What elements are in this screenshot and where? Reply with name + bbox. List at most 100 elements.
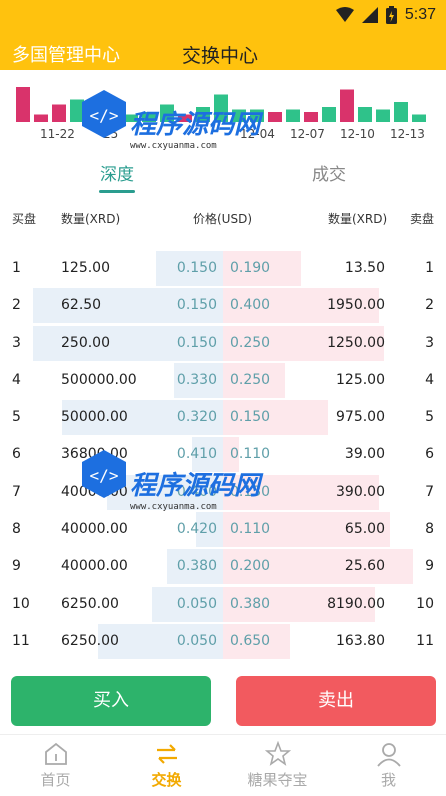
buy-price: 0.410: [176, 446, 217, 463]
buy-price: 0.150: [176, 334, 217, 351]
sell-quantity: 390.00: [336, 483, 385, 500]
tab-depth[interactable]: 深度: [100, 160, 134, 185]
chart-bar: [394, 102, 408, 122]
chart-bar: [142, 112, 156, 122]
sell-price: 0.130: [230, 483, 271, 500]
buy-index: 4: [12, 371, 21, 388]
depth-trade-tabs: 深度 成交: [0, 150, 446, 196]
orderbook-row[interactable]: 5 50000.00 0.320 0.150 975.00 5: [0, 399, 446, 436]
orderbook-row[interactable]: 4 500000.00 0.330 0.250 125.00 4: [0, 362, 446, 399]
sell-button[interactable]: 卖出: [236, 676, 436, 726]
chart-x-tick-label: 12-04: [240, 127, 275, 141]
buy-quantity: 50000.00: [61, 409, 128, 426]
sell-index: 9: [425, 558, 434, 575]
buy-quantity: 62.50: [61, 297, 102, 314]
sell-price: 0.190: [230, 260, 271, 276]
col-sell-qty: 数量(XRD): [328, 212, 388, 226]
orderbook-row[interactable]: 1 125.00 0.150 0.190 13.50 1: [0, 250, 446, 287]
buy-price: 0.150: [176, 260, 217, 276]
orderbook-row[interactable]: 2 62.50 0.150 0.400 1950.00 2: [0, 287, 446, 324]
signal-icon: [361, 7, 378, 23]
buy-quantity: 36800.00: [61, 446, 128, 463]
buy-quantity: 40000.00: [61, 521, 128, 538]
buy-index: 7: [12, 483, 21, 500]
status-icons: 5:37: [335, 6, 436, 24]
buy-price: 0.150: [176, 297, 217, 314]
chart-bar: [322, 107, 336, 122]
sell-quantity: 13.50: [344, 260, 385, 276]
chart-bar: [34, 114, 48, 122]
chart-bar: [106, 112, 120, 122]
exchange-icon: [156, 744, 177, 764]
app-header: 多国管理中心 交换中心: [0, 32, 446, 70]
home-icon: [44, 742, 67, 765]
buy-index: 2: [12, 297, 21, 314]
sell-price: 0.400: [230, 297, 271, 314]
star-icon: [264, 741, 291, 766]
chart-x-tick-label: 12-13: [390, 127, 425, 141]
sell-index: 11: [416, 632, 434, 649]
sell-index: 5: [425, 409, 434, 426]
chart-bar: [214, 94, 228, 122]
nav-item-me[interactable]: 我: [333, 739, 444, 793]
buy-button[interactable]: 买入: [11, 676, 211, 726]
nav-label-candy: 糖果夺宝: [247, 771, 308, 789]
chart-bar: [412, 114, 426, 122]
orderbook-row[interactable]: 8 40000.00 0.420 0.110 65.00 8: [0, 511, 446, 548]
chart-bar: [268, 112, 282, 122]
orderbook-row[interactable]: 10 6250.00 0.050 0.380 8190.00 10: [0, 586, 446, 623]
col-buy: 买盘: [12, 212, 37, 226]
chart-x-tick-label: 11-22: [40, 127, 75, 141]
buy-index: 9: [12, 558, 21, 575]
chart-bar: [232, 109, 246, 122]
manager-center-link[interactable]: 多国管理中心: [12, 41, 120, 67]
buy-index: 3: [12, 334, 21, 351]
chart-x-tick-label: 12-07: [290, 127, 325, 141]
chart-bar: [16, 87, 30, 122]
buy-quantity: 500000.00: [61, 371, 137, 388]
buy-price: 0.320: [176, 409, 217, 426]
sell-quantity: 39.00: [344, 446, 385, 463]
sell-price: 0.250: [230, 371, 271, 388]
buy-index: 1: [12, 260, 21, 276]
buy-index: 6: [12, 446, 21, 463]
buy-price: 0.050: [176, 632, 217, 649]
sell-index: 3: [425, 334, 434, 351]
buy-index: 5: [12, 409, 21, 426]
sell-quantity: 975.00: [336, 409, 385, 426]
buy-quantity: 125.00: [61, 260, 110, 276]
buy-price: 0.420: [176, 521, 217, 538]
buy-index: 11: [12, 632, 30, 649]
orderbook-row[interactable]: 7 40000.00 0.400 0.130 390.00 7: [0, 474, 446, 511]
nav-item-home[interactable]: 首页: [0, 739, 111, 793]
orderbook-row[interactable]: 6 36800.00 0.410 0.110 39.00 6: [0, 436, 446, 473]
tab-trades[interactable]: 成交: [312, 160, 346, 185]
buy-quantity: 40000.00: [61, 558, 128, 575]
orderbook-row[interactable]: 9 40000.00 0.380 0.200 25.60 9: [0, 548, 446, 585]
nav-item-exchange[interactable]: 交换: [111, 739, 222, 793]
status-bar: 5:37: [0, 0, 446, 32]
nav-label-exchange: 交换: [151, 771, 182, 789]
sell-quantity: 1950.00: [327, 297, 385, 314]
nav-item-candy[interactable]: 糖果夺宝: [222, 739, 333, 793]
price-bar-chart: 11-22 25 12-04 12-07 12-10 12-13: [0, 70, 446, 146]
buy-quantity: 6250.00: [61, 632, 119, 649]
buy-price: 0.380: [176, 558, 217, 575]
orderbook-row[interactable]: 11 6250.00 0.050 0.650 163.80 11: [0, 623, 446, 660]
buy-quantity: 6250.00: [61, 595, 119, 612]
chart-x-tick-label: 12-10: [340, 127, 375, 141]
nav-label-home: 首页: [40, 771, 71, 789]
chart-bar: [88, 109, 102, 122]
sell-price: 0.380: [230, 595, 271, 612]
chart-bar: [70, 99, 84, 122]
sell-index: 6: [425, 446, 434, 463]
buy-price: 0.050: [176, 595, 217, 612]
nav-label-me: 我: [380, 771, 396, 789]
col-buy-qty: 数量(XRD): [61, 212, 121, 226]
sell-index: 7: [425, 483, 434, 500]
orderbook-row[interactable]: 3 250.00 0.150 0.250 1250.00 3: [0, 325, 446, 362]
chart-bar: [304, 112, 318, 122]
chart-bar: [178, 114, 192, 122]
chart-x-tick-label: 25: [103, 127, 118, 141]
buy-index: 8: [12, 521, 21, 538]
